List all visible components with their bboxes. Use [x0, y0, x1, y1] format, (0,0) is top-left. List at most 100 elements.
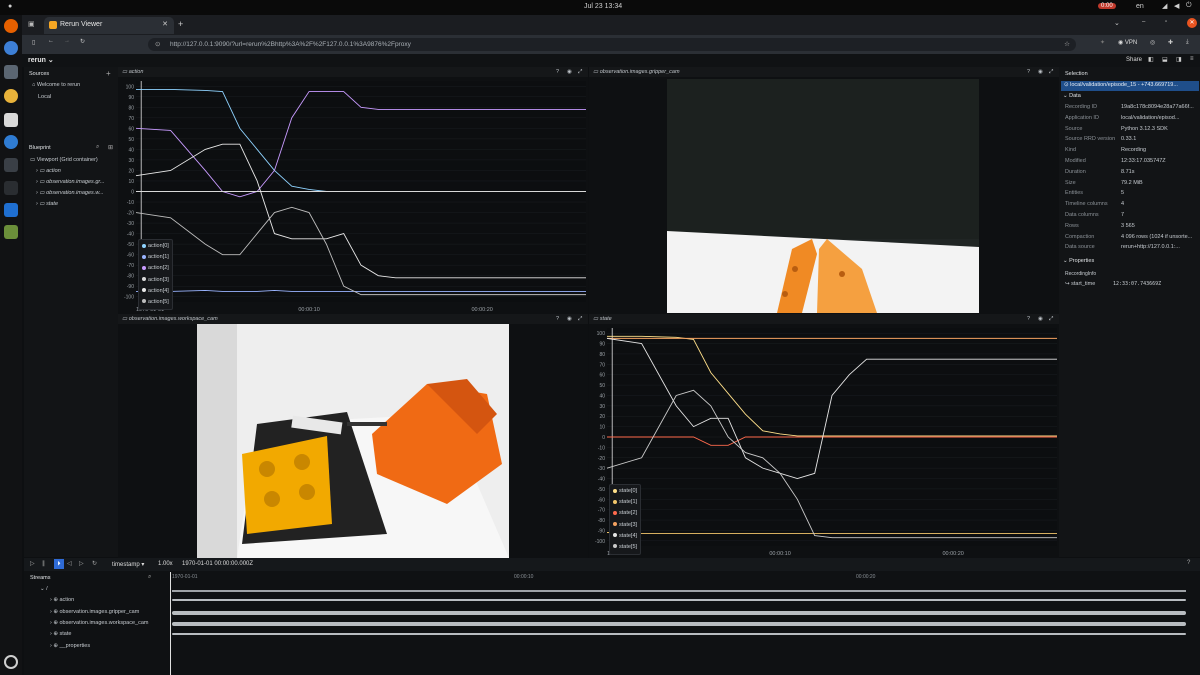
- legend-item[interactable]: state[4]: [613, 531, 637, 542]
- action-chart[interactable]: 1009080706050403020100-10-20-30-40-50-60…: [118, 77, 588, 314]
- legend-item[interactable]: state[2]: [613, 508, 637, 519]
- maximize-view-icon[interactable]: ⤢: [578, 69, 582, 76]
- maximize-view-icon[interactable]: ⤢: [1049, 316, 1053, 323]
- legend-item[interactable]: action[0]: [142, 241, 169, 252]
- follow-icon[interactable]: ⏵: [54, 559, 64, 569]
- help-icon[interactable]: ?: [1027, 69, 1030, 75]
- extensions-puzzle-icon[interactable]: ✚: [1168, 39, 1173, 46]
- blueprint-item-state[interactable]: › ▭ state: [36, 201, 58, 207]
- help-icon[interactable]: ?: [556, 316, 559, 322]
- rerun-logo[interactable]: rerun ⌄: [28, 56, 54, 64]
- source-item[interactable]: ⌂ Welcome to rerun: [32, 82, 80, 88]
- stream-item[interactable]: › ⊕ observation.images.workspace_cam: [50, 620, 148, 626]
- maximize-icon[interactable]: ▫: [1165, 19, 1167, 25]
- tab-overview-icon[interactable]: ▣: [28, 20, 35, 28]
- step-back-icon[interactable]: ◁: [67, 560, 72, 567]
- legend-item[interactable]: state[0]: [613, 486, 637, 497]
- system-monitor-icon[interactable]: [4, 158, 18, 172]
- stream-item[interactable]: ⌄ /: [40, 586, 48, 592]
- maximize-view-icon[interactable]: ⤢: [1049, 69, 1053, 76]
- files-icon[interactable]: [4, 65, 18, 79]
- minimize-icon[interactable]: –: [1142, 19, 1145, 25]
- tab-rerun-viewer[interactable]: Rerun Viewer ✕: [44, 17, 174, 34]
- url-field[interactable]: ⊙ http://127.0.0.1:9090/?url=rerun%2Bhtt…: [148, 38, 1076, 51]
- terminal-icon[interactable]: [4, 181, 18, 195]
- stream-data-bar[interactable]: [172, 610, 1186, 615]
- visibility-icon[interactable]: ◉: [1038, 316, 1043, 322]
- reload-icon[interactable]: ↻: [80, 38, 85, 45]
- writer-icon[interactable]: [4, 113, 18, 127]
- back-icon[interactable]: ←: [48, 38, 54, 44]
- firefox-icon[interactable]: [4, 19, 18, 33]
- blueprint-search-icon[interactable]: ⌕: [96, 144, 99, 151]
- state-chart[interactable]: 1009080706050403020100-10-20-30-40-50-60…: [589, 324, 1059, 558]
- toggle-bottom-panel-icon[interactable]: ⬓: [1162, 56, 1168, 63]
- blueprint-item-action[interactable]: › ▭ action: [36, 168, 61, 174]
- thunderbird-icon[interactable]: [4, 41, 18, 55]
- help-icon[interactable]: ?: [556, 69, 559, 75]
- volume-icon[interactable]: ◀: [1174, 2, 1179, 10]
- stream-item[interactable]: › ⊕ __properties: [50, 643, 90, 649]
- toggle-left-panel-icon[interactable]: ◧: [1148, 56, 1154, 63]
- stream-item[interactable]: › ⊕ state: [50, 631, 71, 637]
- visibility-icon[interactable]: ◉: [567, 69, 572, 75]
- step-forward-icon[interactable]: ▷: [79, 560, 84, 567]
- power-icon[interactable]: ⏻: [1186, 2, 1192, 10]
- stream-data-bar[interactable]: [172, 599, 1186, 602]
- legend-item[interactable]: state[5]: [613, 542, 637, 553]
- playback-speed[interactable]: 1.00x: [158, 561, 173, 567]
- legend-item[interactable]: state[1]: [613, 497, 637, 508]
- timeline-help-icon[interactable]: ?: [1187, 560, 1190, 566]
- selected-recording[interactable]: ⊙ local/validation/episode_15 - +743.669…: [1061, 81, 1199, 91]
- time-ruler[interactable]: 1970-01-01 00:00:10 00:00:20: [170, 572, 1200, 584]
- stream-data-bar[interactable]: [172, 633, 1186, 636]
- stream-data-bar[interactable]: [172, 621, 1186, 626]
- close-tab-icon[interactable]: ✕: [162, 20, 168, 28]
- legend-item[interactable]: action[5]: [142, 297, 169, 308]
- help-icon[interactable]: ?: [1027, 316, 1030, 322]
- site-info-icon[interactable]: ⊙: [155, 40, 160, 48]
- forward-icon[interactable]: →: [64, 38, 70, 44]
- legend-item[interactable]: action[4]: [142, 286, 169, 297]
- data-section-header[interactable]: ⌄ Data: [1063, 93, 1081, 99]
- downloads-icon[interactable]: ⤓: [1186, 39, 1189, 46]
- blueprint-add-icon[interactable]: ⊞: [108, 144, 113, 151]
- stream-item[interactable]: › ⊕ observation.images.gripper_cam: [50, 609, 139, 615]
- activities-button[interactable]: ●: [8, 3, 12, 10]
- legend-item[interactable]: action[3]: [142, 275, 169, 286]
- pause-icon[interactable]: ∥: [42, 560, 45, 567]
- toggle-right-panel-icon[interactable]: ◨: [1176, 56, 1182, 63]
- bookmark-star-icon[interactable]: ☆: [1064, 40, 1070, 48]
- system-clock[interactable]: Jul 23 13:34: [584, 3, 622, 10]
- help-icon[interactable]: [4, 135, 18, 149]
- blueprint-item-gripper[interactable]: › ▭ observation.images.gr...: [36, 179, 105, 185]
- properties-section-header[interactable]: ⌄ Properties: [1063, 258, 1094, 264]
- play-icon[interactable]: ▷: [30, 560, 35, 567]
- rerun-menu-icon[interactable]: ≡: [1190, 56, 1194, 62]
- account-icon[interactable]: ◎: [1150, 39, 1155, 46]
- share-button[interactable]: Share: [1126, 57, 1142, 63]
- legend-item[interactable]: action[2]: [142, 263, 169, 274]
- show-apps-icon[interactable]: [4, 655, 18, 669]
- rhythmbox-icon[interactable]: [4, 89, 18, 103]
- current-time-field[interactable]: 1970-01-01 00:00:00.000Z: [182, 561, 253, 567]
- recording-indicator[interactable]: 0:00: [1098, 3, 1116, 9]
- time-cursor[interactable]: [170, 572, 171, 675]
- blueprint-item-workspace[interactable]: › ▭ observation.images.w...: [36, 190, 104, 196]
- blueprint-root[interactable]: ▭ Viewport (Grid container): [30, 157, 98, 163]
- loop-icon[interactable]: ↻: [92, 560, 97, 567]
- streams-search-icon[interactable]: ⌕: [148, 574, 151, 581]
- visibility-icon[interactable]: ◉: [1038, 69, 1043, 75]
- language-indicator[interactable]: en: [1136, 3, 1144, 10]
- network-icon[interactable]: ◢: [1162, 2, 1167, 10]
- extension-icon[interactable]: ✦: [1100, 39, 1105, 46]
- visibility-icon[interactable]: ◉: [567, 316, 572, 322]
- vpn-button[interactable]: ◉ VPN: [1118, 39, 1137, 46]
- gripper-camera-image[interactable]: [667, 79, 979, 313]
- workspace-camera-image[interactable]: [197, 324, 509, 558]
- sidebar-toggle-icon[interactable]: ▯: [32, 39, 35, 46]
- stream-item[interactable]: › ⊕ action: [50, 597, 74, 603]
- legend-item[interactable]: state[3]: [613, 520, 637, 531]
- trash-icon[interactable]: [4, 225, 18, 239]
- stream-data-bar[interactable]: [172, 590, 1186, 592]
